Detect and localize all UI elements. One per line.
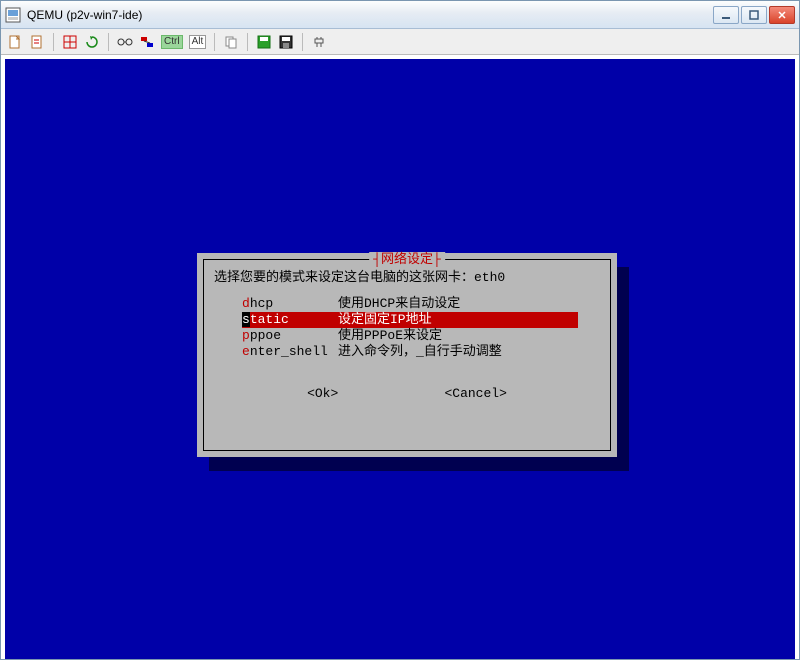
dialog-buttons: <Ok> <Cancel> — [214, 386, 600, 412]
close-button[interactable] — [769, 6, 795, 24]
ctrl-key-label[interactable]: Ctrl — [161, 35, 183, 49]
vm-display[interactable]: ┤网络设定├ 选择您要的模式来设定这台电脑的这张网卡：eth0 dhcp 使用D… — [5, 59, 795, 659]
dialog-prompt: 选择您要的模式来设定这台电脑的这张网卡：eth0 — [214, 270, 600, 286]
dialog-border: ┤网络设定├ 选择您要的模式来设定这台电脑的这张网卡：eth0 dhcp 使用D… — [203, 259, 611, 451]
cancel-button[interactable]: <Cancel> — [444, 386, 506, 402]
content-area: ┤网络设定├ 选择您要的模式来设定这台电脑的这张网卡：eth0 dhcp 使用D… — [1, 55, 799, 659]
settings-icon[interactable] — [311, 34, 327, 50]
option-static[interactable]: static 设定固定IP地址 — [242, 312, 578, 328]
dialog-body: 选择您要的模式来设定这台电脑的这张网卡：eth0 dhcp 使用DHCP来自动设… — [204, 260, 610, 412]
alt-key-label[interactable]: Alt — [189, 35, 207, 49]
maximize-button[interactable] — [741, 6, 767, 24]
app-icon — [5, 7, 21, 23]
copy-icon[interactable] — [223, 34, 239, 50]
refresh-icon[interactable] — [84, 34, 100, 50]
window-buttons — [713, 6, 795, 24]
main-window: QEMU (p2v-win7-ide) Ctrl Alt — [0, 0, 800, 660]
toolbar: Ctrl Alt — [1, 29, 799, 55]
new-doc-icon[interactable] — [7, 34, 23, 50]
option-dhcp[interactable]: dhcp 使用DHCP来自动设定 — [242, 296, 578, 312]
ok-button[interactable]: <Ok> — [307, 386, 338, 402]
option-pppoe[interactable]: pppoe 使用PPPoE来设定 — [242, 328, 578, 344]
separator-icon — [53, 33, 54, 51]
separator-icon — [247, 33, 248, 51]
options-list: dhcp 使用DHCP来自动设定 static 设定固定IP地址 pppoe 使… — [242, 296, 578, 360]
connect-icon[interactable] — [139, 34, 155, 50]
separator-icon — [302, 33, 303, 51]
fullscreen-icon[interactable] — [62, 34, 78, 50]
option-enter-shell[interactable]: enter_shell 进入命令列，_自行手动调整 — [242, 344, 578, 360]
glasses-icon[interactable] — [117, 34, 133, 50]
network-config-dialog: ┤网络设定├ 选择您要的模式来设定这台电脑的这张网卡：eth0 dhcp 使用D… — [197, 253, 617, 457]
titlebar[interactable]: QEMU (p2v-win7-ide) — [1, 1, 799, 29]
dialog-title: ┤网络设定├ — [369, 252, 445, 268]
window-title: QEMU (p2v-win7-ide) — [27, 8, 713, 22]
separator-icon — [214, 33, 215, 51]
disk-green-icon[interactable] — [256, 34, 272, 50]
separator-icon — [108, 33, 109, 51]
save-icon[interactable] — [278, 34, 294, 50]
open-doc-icon[interactable] — [29, 34, 45, 50]
minimize-button[interactable] — [713, 6, 739, 24]
